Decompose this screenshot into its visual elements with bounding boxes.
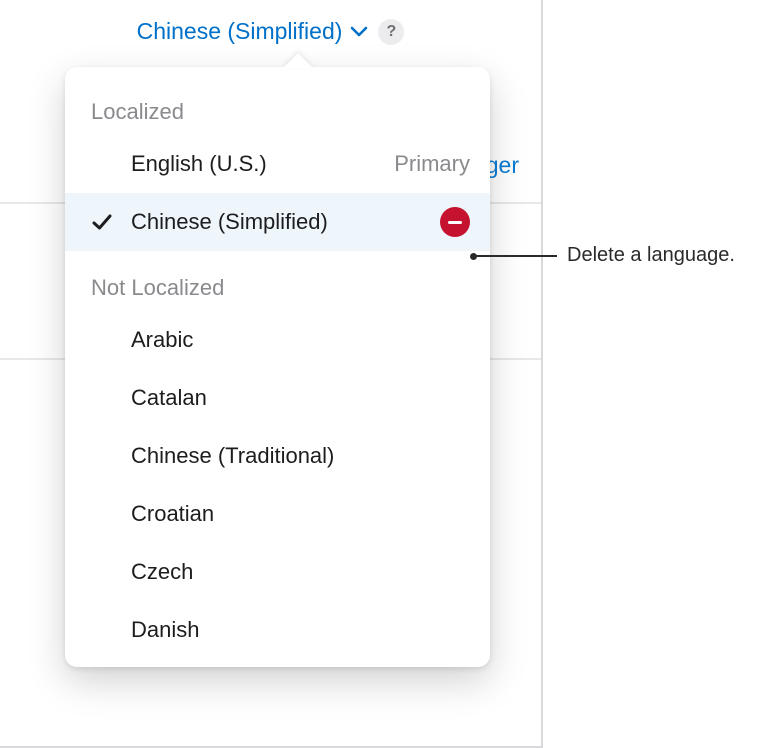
chevron-down-icon	[350, 26, 368, 38]
language-item-czech[interactable]: Czech	[65, 543, 490, 601]
callout-text: Delete a language.	[567, 244, 735, 267]
language-item-chinese-simplified[interactable]: Chinese (Simplified)	[65, 193, 490, 251]
language-item-label: Danish	[131, 617, 470, 643]
language-item-label: Chinese (Traditional)	[131, 443, 470, 469]
language-item-label: Croatian	[131, 501, 470, 527]
help-button[interactable]: ?	[378, 19, 404, 45]
top-bar: Chinese (Simplified) ?	[0, 18, 541, 45]
language-item-danish[interactable]: Danish	[65, 601, 490, 659]
language-item-catalan[interactable]: Catalan	[65, 369, 490, 427]
language-item-label: Catalan	[131, 385, 470, 411]
content-panel: Chinese (Simplified) ? ger Localized Eng…	[0, 0, 543, 748]
minus-icon	[448, 221, 462, 224]
help-icon: ?	[387, 23, 397, 41]
language-selector[interactable]: Chinese (Simplified)	[137, 18, 369, 45]
spacer	[65, 251, 490, 271]
background-link-fragment[interactable]: ger	[486, 152, 519, 179]
language-item-label: English (U.S.)	[131, 151, 394, 177]
language-item-label: Arabic	[131, 327, 470, 353]
language-item-label: Chinese (Simplified)	[131, 209, 440, 235]
language-selector-label: Chinese (Simplified)	[137, 18, 343, 45]
language-item-label: Czech	[131, 559, 470, 585]
primary-badge: Primary	[394, 151, 470, 177]
gutter	[91, 211, 131, 233]
language-popover: Localized English (U.S.) Primary Chinese…	[65, 67, 490, 667]
language-item-chinese-traditional[interactable]: Chinese (Traditional)	[65, 427, 490, 485]
section-label-not-localized: Not Localized	[65, 271, 490, 311]
language-item-english-us[interactable]: English (U.S.) Primary	[65, 135, 490, 193]
check-icon	[91, 211, 113, 233]
language-item-croatian[interactable]: Croatian	[65, 485, 490, 543]
language-item-arabic[interactable]: Arabic	[65, 311, 490, 369]
section-label-localized: Localized	[65, 95, 490, 135]
delete-language-button[interactable]	[440, 207, 470, 237]
